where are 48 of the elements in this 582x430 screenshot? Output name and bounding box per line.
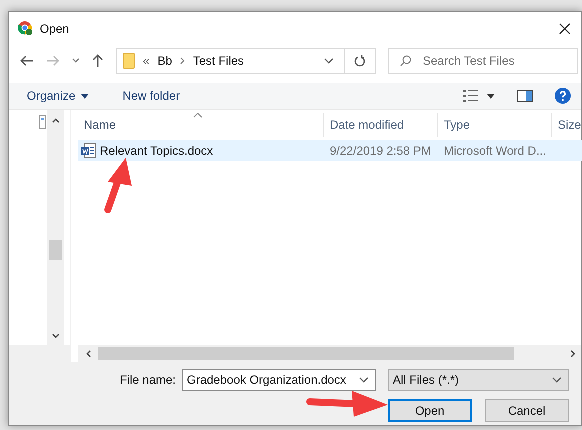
search-icon [400, 55, 412, 67]
scrollbar-thumb[interactable] [49, 240, 62, 260]
toolbar-button[interactable]: New folder [116, 89, 186, 103]
dialog-button[interactable]: Cancel [485, 399, 569, 422]
file-row[interactable]: Relevant Topics.docx 9/22/2019 2:58 PM Microsoft Word D... [78, 140, 582, 161]
sort-caret-icon [193, 113, 203, 118]
breadcrumb[interactable]: Test Files [193, 54, 244, 68]
scroll-right-icon[interactable] [571, 350, 576, 358]
folder-icon [123, 53, 135, 69]
window-title: Open [40, 22, 70, 36]
scrollbar[interactable] [78, 345, 581, 362]
column-header[interactable]: Size [552, 113, 582, 137]
caret-icon [552, 377, 562, 383]
address-bar[interactable]: « Bb Test Files [116, 48, 376, 74]
column-header[interactable]: Type [438, 113, 552, 137]
refresh-icon [354, 55, 366, 67]
document-icon [39, 115, 46, 129]
scrollbar-thumb[interactable] [98, 347, 514, 360]
column-header[interactable]: Date modified [324, 113, 438, 137]
column-header[interactable]: Name [78, 113, 324, 137]
date-modified: 9/22/2019 2:58 PM [330, 144, 432, 158]
view-options-icon[interactable] [463, 90, 479, 102]
caret-icon[interactable] [324, 58, 334, 64]
scroll-up-icon[interactable] [52, 118, 60, 123]
word-document-icon [81, 142, 97, 158]
chevron-icon [180, 57, 186, 65]
file-name: Relevant Topics.docx [100, 144, 214, 158]
caret-icon[interactable] [359, 377, 369, 383]
search-field[interactable]: Search Test Files [388, 48, 578, 74]
browser-icon [18, 21, 33, 36]
toolbar-button[interactable]: Organize [21, 89, 95, 103]
file-type-dropdown[interactable]: All Files (*.*) [388, 369, 569, 391]
preview-pane-icon[interactable] [517, 90, 533, 102]
scroll-left-icon[interactable] [86, 350, 91, 358]
help-icon[interactable] [555, 88, 571, 104]
dialog-button[interactable]: Open [388, 399, 472, 422]
file-name-field[interactable]: Gradebook Organization.docx [182, 369, 376, 391]
caret-icon [80, 94, 89, 98]
file-type: Microsoft Word D... [444, 144, 546, 158]
breadcrumb[interactable]: « [143, 54, 150, 68]
scrollbar[interactable] [47, 110, 64, 345]
breadcrumb[interactable]: Bb [158, 54, 172, 68]
caret-icon[interactable] [487, 94, 495, 98]
file-name-label: File name: [120, 373, 176, 387]
back-arrow-icon[interactable] [20, 55, 34, 67]
up-arrow-icon[interactable] [92, 54, 104, 68]
scroll-down-icon[interactable] [52, 334, 60, 339]
close-icon[interactable] [559, 22, 571, 34]
